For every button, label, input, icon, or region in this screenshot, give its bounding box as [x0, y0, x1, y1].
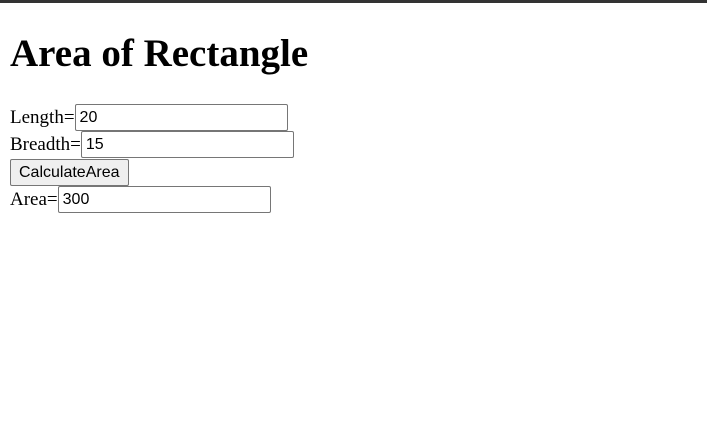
length-row: Length=	[10, 104, 288, 131]
breadth-row: Breadth=	[10, 131, 294, 158]
length-label: Length=	[10, 106, 75, 128]
breadth-input[interactable]	[80, 131, 294, 158]
calculate-area-button[interactable]: CalculateArea	[10, 159, 129, 186]
area-input[interactable]	[57, 186, 271, 213]
length-input[interactable]	[74, 104, 288, 131]
top-border	[0, 0, 707, 3]
page-title: Area of Rectangle	[10, 32, 309, 75]
breadth-label: Breadth=	[10, 133, 81, 155]
area-label: Area=	[10, 188, 58, 210]
area-row: Area=	[10, 186, 271, 213]
